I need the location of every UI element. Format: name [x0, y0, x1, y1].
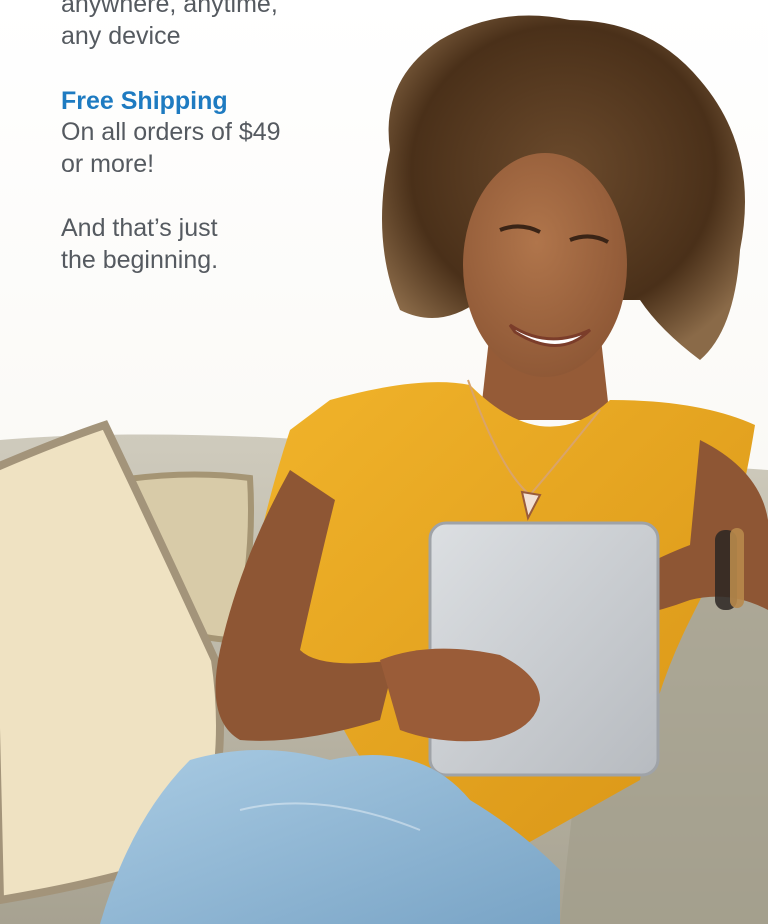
shipping-details: On all orders of $49 or more!	[61, 116, 381, 180]
intro-line-1: anywhere, anytime,	[61, 0, 278, 18]
closing-line-2: the beginning.	[61, 246, 219, 274]
closing-text: And that’s just the beginning.	[61, 212, 381, 276]
closing-line-1: And that’s just	[61, 214, 218, 242]
free-shipping-heading: Free Shipping	[61, 87, 228, 115]
promo-panel: anywhere, anytime, any device Free Shipp…	[0, 0, 768, 924]
promo-copy: anywhere, anytime, any device Free Shipp…	[61, 0, 381, 276]
shipping-line-2: or more!	[61, 150, 155, 178]
intro-text: anywhere, anytime, any device	[61, 0, 381, 52]
intro-line-2: any device	[61, 22, 181, 50]
shipping-line-1: On all orders of $49	[61, 118, 281, 146]
